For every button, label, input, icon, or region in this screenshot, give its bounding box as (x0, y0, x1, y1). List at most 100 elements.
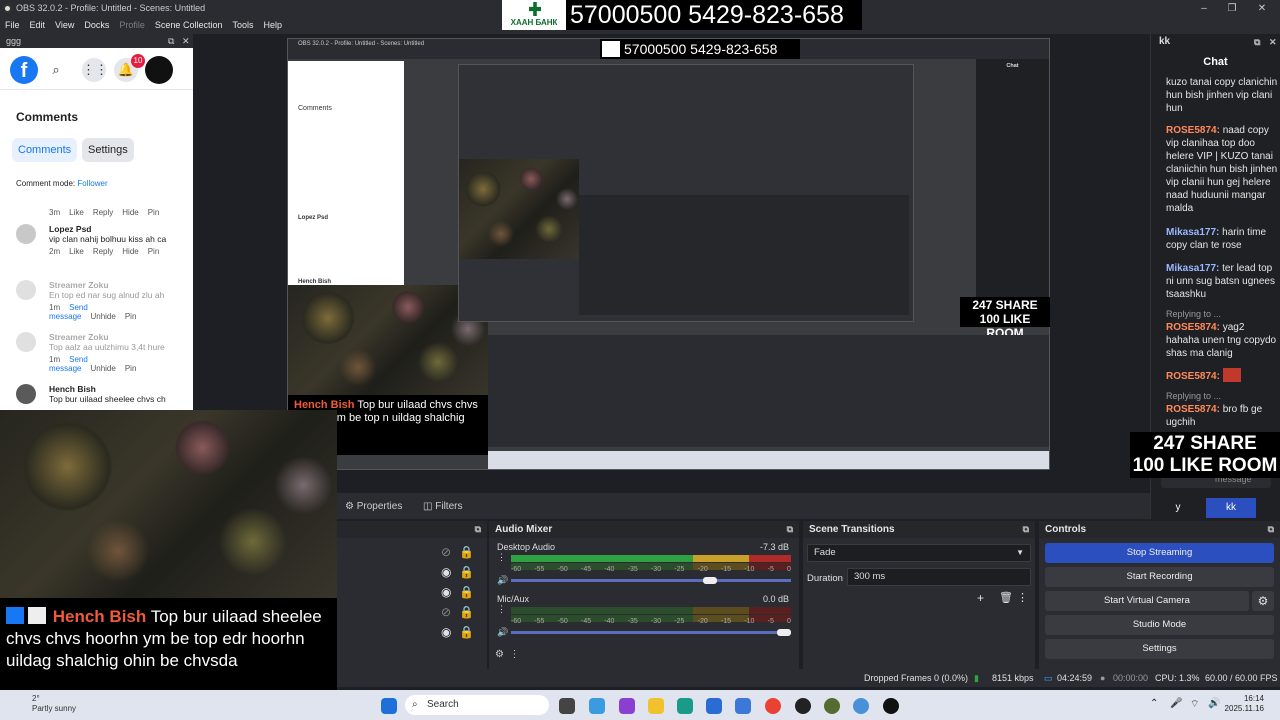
chat-button-kk[interactable]: kk (1206, 498, 1256, 518)
menu-view[interactable]: View (50, 17, 79, 34)
unhide-link[interactable]: Unhide (90, 364, 115, 373)
stop-streaming-button[interactable]: Stop Streaming (1045, 543, 1274, 563)
duration-input[interactable]: 300 ms (847, 568, 1031, 586)
reply-link[interactable]: Reply (93, 208, 113, 217)
lock-icon[interactable]: 🔒 (459, 605, 474, 619)
undock-icon[interactable]: ⧉ (1254, 34, 1260, 50)
volume-slider-knob[interactable] (777, 629, 791, 636)
close-icon[interactable]: ✕ (1248, 0, 1276, 17)
like-link[interactable]: Like (69, 247, 84, 256)
panel-menu-icon[interactable]: ⧉ (787, 521, 793, 538)
edge-icon[interactable] (677, 698, 693, 714)
eye-icon[interactable]: ◉ (441, 625, 451, 639)
dock-close-icon[interactable]: ✕ (182, 34, 190, 48)
lock-icon[interactable]: 🔒 (459, 585, 474, 599)
mixer-menu-icon[interactable]: ⋮ (510, 649, 520, 660)
taskbar-search[interactable]: ⌕ Search (405, 695, 549, 715)
menu-edit[interactable]: Edit (25, 17, 51, 34)
dock-close-icon[interactable]: ✕ (1269, 34, 1277, 50)
hide-link[interactable]: Hide (122, 208, 138, 217)
chat-button-y[interactable]: y (1150, 498, 1206, 518)
undock-icon[interactable]: ⧉ (168, 34, 174, 48)
channel-menu-icon[interactable]: ⋮ (497, 604, 506, 615)
tray-chevron-icon[interactable]: ⌃ (1150, 698, 1158, 709)
volume-slider[interactable] (511, 631, 791, 634)
app-icon[interactable] (824, 698, 840, 714)
pin-link[interactable]: Pin (148, 247, 160, 256)
weather-widget[interactable]: 2° Partly sunny (32, 694, 76, 714)
obs-taskbar-icon[interactable] (795, 698, 811, 714)
transition-select[interactable]: Fade ▼ (807, 544, 1031, 562)
gear-icon[interactable]: ⚙ (1252, 591, 1274, 611)
program-preview[interactable]: OBS 32.0.2 - Profile: Untitled - Scenes:… (287, 38, 1050, 470)
wifi-icon[interactable]: ⌔ (1190, 698, 1199, 711)
menu-tools[interactable]: Tools (227, 17, 258, 34)
app-icon[interactable] (853, 698, 869, 714)
more-icon[interactable]: ⋮ (1017, 591, 1028, 604)
outlook-icon[interactable] (735, 698, 751, 714)
pin-link[interactable]: Pin (148, 208, 160, 217)
mail-icon[interactable] (706, 698, 722, 714)
eye-icon[interactable]: ◉ (441, 585, 451, 599)
studio-mode-button[interactable]: Studio Mode (1045, 615, 1274, 635)
comment-author[interactable]: Lopez Psd (49, 224, 186, 234)
volume-slider-knob[interactable] (703, 577, 717, 584)
taskbar-clock[interactable]: 16:14 2025.11.16 (1225, 694, 1264, 714)
panel-menu-icon[interactable]: ⧉ (1023, 521, 1029, 538)
menu-docks[interactable]: Docks (79, 17, 114, 34)
hide-link[interactable]: Hide (122, 247, 138, 256)
speaker-icon[interactable]: 🔊 (497, 575, 508, 586)
mic-icon[interactable]: 🎤 (1170, 698, 1182, 709)
lock-icon[interactable]: 🔒 (459, 545, 474, 559)
copilot-icon[interactable] (589, 698, 605, 714)
start-recording-button[interactable]: Start Recording (1045, 567, 1274, 587)
panel-menu-icon[interactable]: ⧉ (475, 521, 481, 538)
add-transition-icon[interactable]: + (977, 591, 984, 605)
unhide-link[interactable]: Unhide (90, 312, 115, 321)
menu-file[interactable]: File (0, 17, 25, 34)
volume-slider[interactable] (511, 579, 791, 582)
start-virtual-camera-button[interactable]: Start Virtual Camera (1045, 591, 1249, 611)
tab-settings[interactable]: Settings (82, 138, 134, 162)
menu-profile[interactable]: Profile (114, 17, 150, 34)
eye-hidden-icon[interactable]: ⊘ (441, 545, 451, 559)
pin-link[interactable]: Pin (125, 364, 137, 373)
chrome-icon[interactable] (765, 698, 781, 714)
eye-icon[interactable]: ◉ (441, 565, 451, 579)
trash-icon[interactable]: 🗑 (999, 591, 1013, 604)
comment-mode-value[interactable]: Follower (77, 179, 107, 188)
volume-icon[interactable]: 🔊 (1208, 698, 1220, 709)
advanced-audio-icon[interactable]: ⚙ (495, 649, 504, 660)
settings-button[interactable]: Settings (1045, 639, 1274, 659)
search-icon[interactable]: ⌕ (44, 58, 68, 82)
maximize-icon[interactable]: ❐ (1218, 0, 1246, 17)
speaker-icon[interactable]: 🔊 (497, 627, 508, 638)
task-view-icon[interactable] (559, 698, 575, 714)
reply-link[interactable]: Reply (93, 247, 113, 256)
facebook-logo-icon[interactable]: f (10, 56, 38, 84)
lock-icon[interactable]: 🔒 (459, 625, 474, 639)
controls-panel: Controls ⧉ Stop Streaming Start Recording… (1039, 521, 1280, 669)
comment-author[interactable]: Streamer Zoku (49, 332, 186, 342)
like-link[interactable]: Like (69, 208, 84, 217)
tab-comments[interactable]: Comments (12, 138, 78, 162)
filters-button[interactable]: ◫ Filters (423, 499, 462, 514)
store-icon[interactable] (619, 698, 635, 714)
profile-avatar[interactable] (145, 56, 173, 84)
menu-help[interactable]: Help (258, 17, 287, 34)
pin-link[interactable]: Pin (125, 312, 137, 321)
media-icon[interactable] (883, 698, 899, 714)
lock-icon[interactable]: 🔒 (459, 565, 474, 579)
comment-author[interactable]: Streamer Zoku (49, 280, 186, 290)
minimize-icon[interactable]: – (1190, 0, 1218, 17)
panel-menu-icon[interactable]: ⧉ (1268, 521, 1274, 538)
menu-grid-icon[interactable]: ⋮⋮ (82, 58, 108, 82)
transition-type: Fade (814, 547, 836, 558)
eye-hidden-icon[interactable]: ⊘ (441, 605, 451, 619)
properties-button[interactable]: ⚙ Properties (345, 499, 402, 514)
menu-scene-collection[interactable]: Scene Collection (150, 17, 228, 34)
file-explorer-icon[interactable] (648, 698, 664, 714)
channel-menu-icon[interactable]: ⋮ (497, 552, 506, 563)
windows-start-icon[interactable] (381, 698, 397, 714)
comment-author[interactable]: Hench Bish (49, 384, 186, 394)
